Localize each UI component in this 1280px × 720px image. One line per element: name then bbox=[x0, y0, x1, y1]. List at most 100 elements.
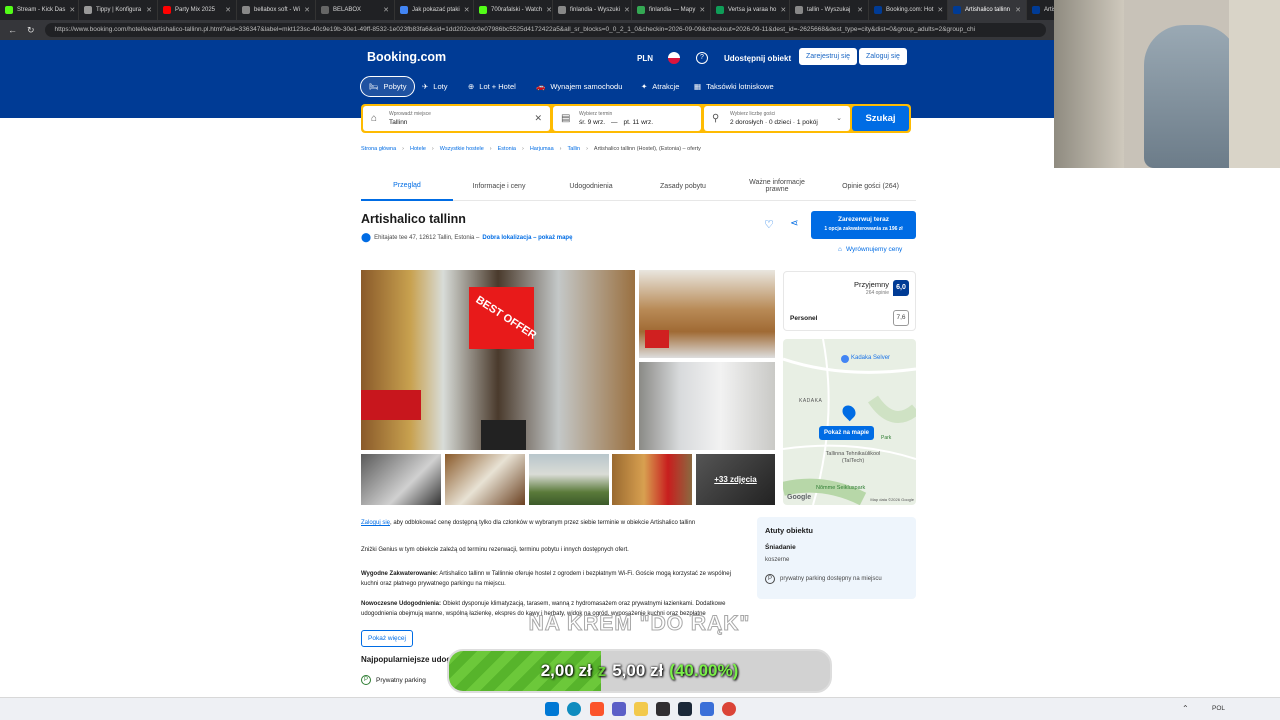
parking-icon: P bbox=[361, 675, 371, 685]
main-photo[interactable]: BEST OFFER bbox=[361, 270, 635, 450]
tab-favicon-icon bbox=[5, 6, 13, 14]
close-icon[interactable]: ✕ bbox=[857, 6, 863, 14]
browser-tab[interactable]: tallin - Wyszukaj ✕ bbox=[790, 0, 869, 20]
browser-tab[interactable]: finlandia — Mapy ✕ bbox=[632, 0, 711, 20]
tab-favicon-icon bbox=[953, 6, 961, 14]
search-button[interactable]: Szukaj bbox=[852, 106, 909, 131]
obs-icon[interactable] bbox=[656, 702, 670, 716]
help-icon[interactable]: ? bbox=[696, 52, 708, 64]
tab-reviews[interactable]: Opinie gości (264) bbox=[825, 171, 916, 201]
breadcrumb-home[interactable]: Strona główna bbox=[361, 146, 396, 152]
nav-flights[interactable]: ✈ Loty bbox=[414, 76, 455, 97]
share-icon[interactable]: ⋖ bbox=[790, 218, 798, 229]
nav-label: Atrakcje bbox=[652, 82, 680, 91]
nav-flight-hotel[interactable]: ⊕ Lot + Hotel bbox=[460, 76, 524, 97]
breadcrumb-region[interactable]: Harjumaa bbox=[530, 146, 554, 152]
login-button[interactable]: Zaloguj się bbox=[859, 48, 907, 65]
teams-icon[interactable] bbox=[612, 702, 626, 716]
breadcrumb-country[interactable]: Estonia bbox=[498, 146, 516, 152]
chrome-icon[interactable] bbox=[722, 702, 736, 716]
clear-icon[interactable]: ✕ bbox=[534, 113, 542, 124]
booking-logo[interactable]: Booking.com bbox=[367, 50, 446, 64]
browser-tab[interactable]: BELABOX ✕ bbox=[316, 0, 395, 20]
browser-tab[interactable]: finlandia - Wyszuki ✕ bbox=[553, 0, 632, 20]
back-icon[interactable]: ← bbox=[8, 25, 17, 35]
edge-icon[interactable] bbox=[567, 702, 581, 716]
dates-field[interactable]: ▤ Wybierz termin śr. 9 wrz. — pt. 11 wrz… bbox=[553, 106, 701, 131]
more-photos-tile[interactable]: +33 zdjęcia bbox=[696, 454, 775, 505]
close-icon[interactable]: ✕ bbox=[383, 6, 389, 14]
close-icon[interactable]: ✕ bbox=[225, 6, 231, 14]
files-icon[interactable] bbox=[634, 702, 648, 716]
browser-tab[interactable]: bellabox soft - Wi ✕ bbox=[237, 0, 316, 20]
browser-tab[interactable]: Vertsa ja varaa ho ✕ bbox=[711, 0, 790, 20]
more-photos-label: +33 zdjęcia bbox=[714, 475, 757, 484]
close-icon[interactable]: ✕ bbox=[1015, 6, 1021, 14]
photo-shower[interactable] bbox=[639, 362, 775, 450]
property-tabs: Przegląd Informacje i ceny Udogodnienia … bbox=[361, 171, 916, 201]
register-button[interactable]: Zarejestruj się bbox=[799, 48, 857, 65]
breadcrumb-hotels[interactable]: Hotele bbox=[410, 146, 426, 152]
steam-icon[interactable] bbox=[678, 702, 692, 716]
close-icon[interactable]: ✕ bbox=[464, 6, 470, 14]
photo-bunk[interactable] bbox=[639, 270, 775, 358]
close-icon[interactable]: ✕ bbox=[780, 6, 786, 14]
language-indicator[interactable]: POL bbox=[1212, 705, 1225, 712]
tab-info-prices[interactable]: Informacje i ceny bbox=[453, 171, 545, 201]
brave-icon[interactable] bbox=[590, 702, 604, 716]
reload-icon[interactable]: ↻ bbox=[27, 25, 35, 36]
close-icon[interactable]: ✕ bbox=[937, 6, 943, 14]
app-icon[interactable] bbox=[700, 702, 714, 716]
browser-tab[interactable]: Tippy | Konfigura ✕ bbox=[79, 0, 158, 20]
currency-selector[interactable]: PLN bbox=[637, 54, 653, 63]
map-preview[interactable]: Kadaka Selver KADAKA Pokaż na mapie Park… bbox=[783, 339, 916, 505]
show-map-link[interactable]: Dobra lokalizacja – pokaż mapę bbox=[482, 235, 572, 241]
breadcrumb-hostels[interactable]: Wszystkie hostele bbox=[440, 146, 484, 152]
close-icon[interactable]: ✕ bbox=[624, 6, 630, 14]
nav-label: Wynajem samochodu bbox=[550, 82, 623, 91]
nav-stays[interactable]: 🛏 Pobyty bbox=[360, 76, 416, 97]
review-score-box[interactable]: Przyjemny 264 opinie 6,0 Personel 7,6 bbox=[783, 271, 916, 331]
login-link[interactable]: Zaloguj się bbox=[361, 520, 390, 526]
show-more-button[interactable]: Pokaż więcej bbox=[361, 630, 413, 647]
nav-car-rental[interactable]: 🚗 Wynajem samochodu bbox=[528, 76, 630, 97]
guests-field[interactable]: ⚲ Wybierz liczbę gości 2 dorosłych · 0 d… bbox=[704, 106, 850, 131]
book-now-button[interactable]: Zarezerwuj teraz 1 opcja zakwaterowania … bbox=[811, 211, 916, 239]
breadcrumb-city[interactable]: Tallin bbox=[568, 146, 581, 152]
close-icon[interactable]: ✕ bbox=[69, 6, 75, 14]
thumb-photo[interactable] bbox=[361, 454, 441, 505]
property-highlights: Atuty obiektu Śniadanie koszerne P prywa… bbox=[757, 517, 916, 599]
thumb-photo[interactable] bbox=[529, 454, 609, 505]
url-input[interactable]: https://www.booking.com/hotel/ee/artisha… bbox=[44, 23, 1046, 37]
browser-tab[interactable]: Booking.com: Hot ✕ bbox=[869, 0, 948, 20]
close-icon[interactable]: ✕ bbox=[546, 6, 552, 14]
browser-tab[interactable]: Artishalico tallinn ✕ bbox=[948, 0, 1027, 20]
browser-tab[interactable]: Jak pokazać ptaki ✕ bbox=[395, 0, 474, 20]
map-label: Nõmme Seikluspark bbox=[816, 485, 866, 491]
nav-attractions[interactable]: ✦ Atrakcje bbox=[633, 76, 687, 97]
close-icon[interactable]: ✕ bbox=[699, 6, 705, 14]
thumb-photo[interactable] bbox=[445, 454, 525, 505]
browser-tab[interactable]: Stream - Kick Das ✕ bbox=[0, 0, 79, 20]
thumb-photo[interactable] bbox=[612, 454, 692, 505]
price-match[interactable]: ⌂ Wyrównujemy ceny bbox=[838, 246, 902, 253]
chevron-up-icon[interactable]: ⌃ bbox=[1182, 704, 1189, 713]
tab-house-rules[interactable]: Zasady pobytu bbox=[637, 171, 729, 201]
language-flag-icon[interactable] bbox=[668, 52, 680, 64]
close-icon[interactable]: ✕ bbox=[146, 6, 152, 14]
show-on-map-button[interactable]: Pokaż na mapie bbox=[819, 426, 875, 440]
tab-overview[interactable]: Przegląd bbox=[361, 171, 453, 201]
donation-percent: (40.00%) bbox=[669, 661, 739, 680]
tab-label: Jak pokazać ptaki bbox=[412, 7, 460, 13]
book-now-sub: 1 opcja zakwaterowania za 196 zł bbox=[824, 226, 903, 232]
browser-tab[interactable]: Party Mix 2025 ✕ bbox=[158, 0, 237, 20]
destination-field[interactable]: ⌂ Wprowadź miejsce Tallinn ✕ bbox=[363, 106, 550, 131]
heart-icon[interactable]: ♡ bbox=[764, 218, 774, 231]
browser-tab[interactable]: 700rafalski - Watch ✕ bbox=[474, 0, 553, 20]
list-property-link[interactable]: Udostępnij obiekt bbox=[724, 54, 791, 63]
tab-facilities[interactable]: Udogodnienia bbox=[545, 171, 637, 201]
tab-legal-info[interactable]: Ważne informacje prawne bbox=[729, 171, 825, 201]
nav-airport-taxi[interactable]: ▦ Taksówki lotniskowe bbox=[686, 76, 782, 97]
close-icon[interactable]: ✕ bbox=[304, 6, 310, 14]
windows-icon[interactable] bbox=[545, 702, 559, 716]
